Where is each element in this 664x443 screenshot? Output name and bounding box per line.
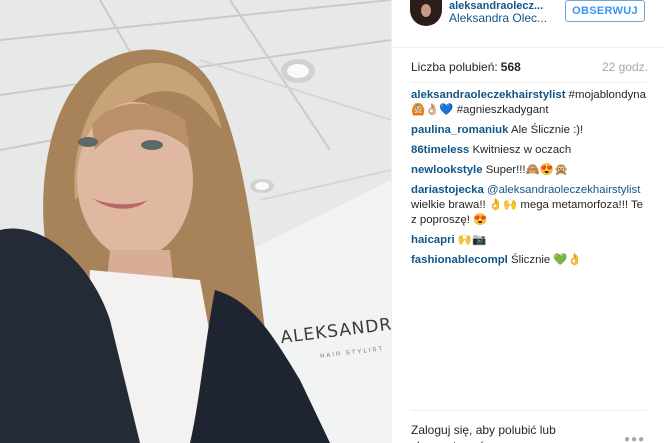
comment-user[interactable]: 86timeless bbox=[411, 144, 469, 156]
display-name[interactable]: Aleksandra Olec... bbox=[449, 11, 547, 25]
comment-text: Kwitniesz w oczach bbox=[472, 144, 572, 156]
post-photo[interactable]: ALEKSANDRA·OLE HAIR STYLIST bbox=[0, 0, 391, 443]
comment-text: 🙌📷 bbox=[457, 234, 487, 246]
comment-user[interactable]: aleksandraoleczekhairstylist bbox=[411, 89, 566, 101]
likes-label: Liczba polubień: bbox=[411, 60, 498, 74]
comment-item: newlookstyle Super!!!🙈😍🙊 bbox=[411, 163, 647, 178]
comment-user[interactable]: paulina_romaniuk bbox=[411, 124, 508, 136]
divider bbox=[411, 82, 647, 83]
comment-item: fashionablecompl Ślicznie 💚👌 bbox=[411, 253, 647, 268]
post-details-panel: aleksandraolecz... Aleksandra Olec... OB… bbox=[391, 0, 664, 443]
comment-item: dariastojecka @aleksandraoleczekhairstyl… bbox=[411, 183, 647, 228]
divider bbox=[411, 410, 647, 411]
comment-mention[interactable]: @aleksandraoleczekhairstylist bbox=[487, 184, 640, 196]
post-time[interactable]: 22 godz. bbox=[602, 60, 648, 74]
likes-count[interactable]: 568 bbox=[501, 60, 521, 74]
comment-text: Ale Ślicznie :)! bbox=[511, 124, 584, 136]
post-header: aleksandraolecz... Aleksandra Olec... OB… bbox=[392, 0, 664, 48]
more-dots-icon[interactable]: ●●● bbox=[624, 434, 645, 443]
login-prompt[interactable]: Zaloguj się, aby polubić lub skomentować… bbox=[411, 422, 591, 443]
comment-user[interactable]: dariastojecka bbox=[411, 184, 484, 196]
comment-item: paulina_romaniuk Ale Ślicznie :)! bbox=[411, 123, 647, 138]
comment-user[interactable]: newlookstyle bbox=[411, 164, 483, 176]
comment-item: haicapri 🙌📷 bbox=[411, 233, 647, 248]
comment-item: aleksandraoleczekhairstylist #mojablondy… bbox=[411, 88, 647, 118]
comment-user[interactable]: haicapri bbox=[411, 234, 455, 246]
photo-scene bbox=[0, 0, 391, 443]
comment-user[interactable]: fashionablecompl bbox=[411, 254, 508, 266]
avatar[interactable] bbox=[410, 0, 442, 26]
follow-button[interactable]: OBSERWUJ bbox=[565, 0, 645, 22]
comment-item: 86timeless Kwitniesz w oczach bbox=[411, 143, 647, 158]
likes-row: Liczba polubień: 568 22 godz. bbox=[411, 60, 648, 76]
comment-text: Super!!!🙈😍🙊 bbox=[485, 164, 569, 176]
comment-text: Ślicznie 💚👌 bbox=[511, 254, 582, 266]
comment-text: wielkie brawa!! 👌🙌 mega metamorfoza!!! T… bbox=[411, 199, 644, 226]
comments-list: aleksandraoleczekhairstylist #mojablondy… bbox=[411, 88, 647, 273]
